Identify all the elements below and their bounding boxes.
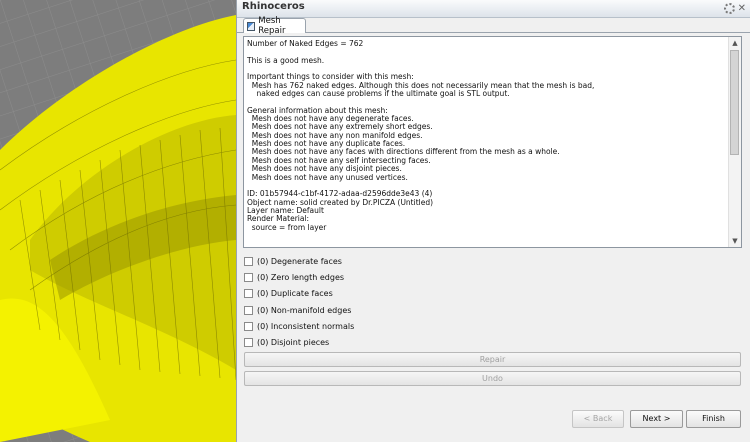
scroll-up-icon[interactable]: ▲ (729, 37, 741, 49)
check-duplicate-faces[interactable]: (0) Duplicate faces (244, 287, 333, 299)
checkbox[interactable] (244, 321, 253, 331)
check-degenerate-faces[interactable]: (0) Degenerate faces (244, 255, 342, 267)
mesh-repair-icon (247, 21, 256, 31)
check-label: (0) Degenerate faces (257, 256, 342, 266)
check-inconsistent-normals[interactable]: (0) Inconsistent normals (244, 320, 354, 332)
checkbox[interactable] (244, 337, 253, 347)
scroll-thumb[interactable] (730, 50, 739, 155)
check-label: (0) Non-manifold edges (257, 305, 352, 315)
checkbox[interactable] (244, 272, 253, 282)
check-zero-length-edges[interactable]: (0) Zero length edges (244, 271, 344, 283)
gear-icon[interactable] (723, 3, 735, 14)
check-label: (0) Disjoint pieces (257, 337, 330, 347)
tab-strip-line (237, 32, 750, 33)
viewport[interactable] (0, 0, 236, 442)
checkbox[interactable] (244, 288, 253, 298)
finish-button[interactable]: Finish (686, 410, 741, 428)
back-button[interactable]: < Back (572, 410, 624, 428)
report-scrollbar[interactable]: ▲ ▼ (728, 37, 741, 247)
scroll-down-icon[interactable]: ▼ (729, 235, 741, 247)
checkbox[interactable] (244, 256, 253, 266)
check-label: (0) Duplicate faces (257, 288, 333, 298)
close-icon[interactable]: ✕ (738, 3, 746, 14)
repair-button[interactable]: Repair (244, 352, 741, 367)
checkbox[interactable] (244, 305, 253, 315)
undo-button[interactable]: Undo (244, 371, 741, 386)
report-text: Number of Naked Edges = 762 This is a go… (247, 39, 595, 232)
viewport-canvas[interactable] (0, 0, 236, 442)
tab-label: Mesh Repair (258, 16, 286, 36)
check-label: (0) Zero length edges (257, 272, 345, 282)
check-disjoint-pieces[interactable]: (0) Disjoint pieces (244, 336, 329, 348)
next-button[interactable]: Next > (630, 410, 683, 428)
check-label: (0) Inconsistent normals (257, 321, 355, 331)
titlebar-icons: ✕ (723, 0, 746, 17)
check-non-manifold-edges[interactable]: (0) Non-manifold edges (244, 304, 351, 316)
panel-titlebar[interactable]: Rhinoceros ✕ (237, 0, 750, 18)
panel-title: Rhinoceros (242, 1, 305, 12)
tab-mesh-repair[interactable]: Mesh Repair (243, 16, 306, 36)
report-textbox[interactable]: Number of Naked Edges = 762 This is a go… (243, 36, 742, 248)
mesh-repair-panel: Rhinoceros ✕ Mesh Repair Number of Naked… (236, 0, 750, 442)
